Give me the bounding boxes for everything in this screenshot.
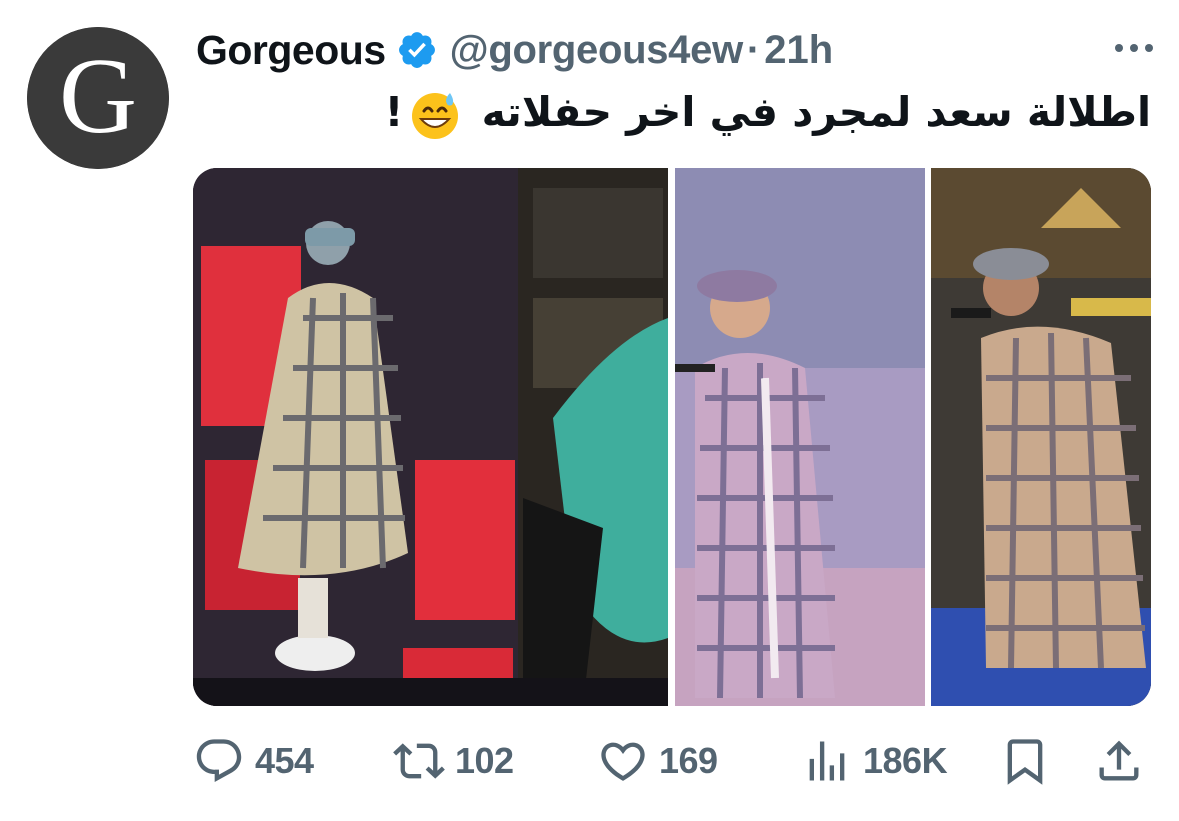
- photo-1-image: [193, 168, 668, 706]
- avatar-logo: G: [27, 27, 169, 169]
- reply-button[interactable]: 454: [193, 730, 314, 792]
- tweet-actions: 454 102 169 186K: [193, 730, 1151, 792]
- tweet-media[interactable]: [193, 168, 1151, 706]
- photo-divider: [668, 168, 675, 706]
- concert-photo-3[interactable]: [931, 168, 1151, 706]
- bookmark-icon: [1007, 739, 1043, 785]
- views-count: 186K: [863, 740, 948, 781]
- photo-2-image: [675, 168, 925, 706]
- concert-photo-2[interactable]: [675, 168, 925, 706]
- tweet-timestamp[interactable]: 21h: [764, 28, 833, 73]
- author-handle[interactable]: @gorgeous4ew: [450, 28, 744, 73]
- bookmark-button[interactable]: [999, 730, 1051, 792]
- tweet-text: اطلالة سعد لمجرد في اخر حفلاته !: [196, 82, 1151, 142]
- verified-badge-icon: [398, 32, 435, 68]
- share-icon: [1099, 740, 1139, 781]
- views-icon: [809, 741, 845, 781]
- more-options-icon[interactable]: [1112, 36, 1156, 60]
- author-avatar[interactable]: G: [27, 27, 169, 169]
- concert-photo-1[interactable]: [193, 168, 668, 706]
- grinning-face-with-sweat-emoji: [412, 93, 459, 139]
- retweet-icon: [393, 743, 445, 779]
- reply-count: 454: [255, 740, 314, 781]
- tweet-header: Gorgeous @gorgeous4ew · 21h: [196, 22, 1156, 78]
- like-button[interactable]: 169: [597, 730, 718, 792]
- retweet-count: 102: [455, 740, 514, 781]
- retweet-button[interactable]: 102: [393, 730, 514, 792]
- header-separator: ·: [746, 27, 761, 72]
- avatar-letter: G: [59, 37, 137, 156]
- author-display-name[interactable]: Gorgeous: [196, 27, 386, 74]
- views-button[interactable]: 186K: [801, 730, 948, 792]
- photo-3-image: [931, 168, 1151, 706]
- tweet-punctuation: !: [384, 88, 404, 136]
- share-button[interactable]: [1093, 730, 1145, 792]
- reply-icon: [196, 739, 242, 783]
- like-count: 169: [659, 740, 718, 781]
- heart-icon: [601, 742, 645, 781]
- tweet-body: اطلالة سعد لمجرد في اخر حفلاته: [481, 88, 1151, 136]
